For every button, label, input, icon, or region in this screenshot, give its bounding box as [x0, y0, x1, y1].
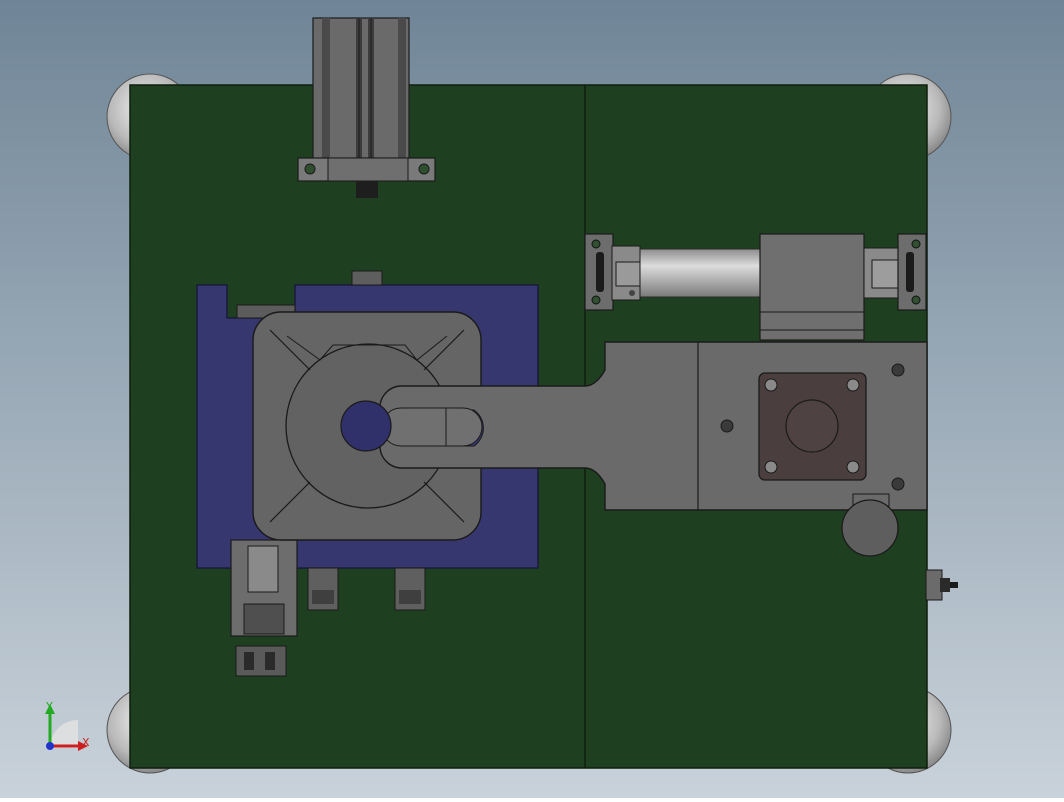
- cad-scene: Y X: [0, 0, 1064, 798]
- rod: [639, 248, 766, 298]
- motor-shaft: [356, 181, 378, 198]
- locating-hole: [340, 400, 392, 452]
- triad-y-label: Y: [45, 700, 53, 713]
- carriage: [759, 233, 865, 341]
- cad-viewport[interactable]: Y X: [0, 0, 1064, 798]
- triad-x-label: X: [82, 736, 90, 749]
